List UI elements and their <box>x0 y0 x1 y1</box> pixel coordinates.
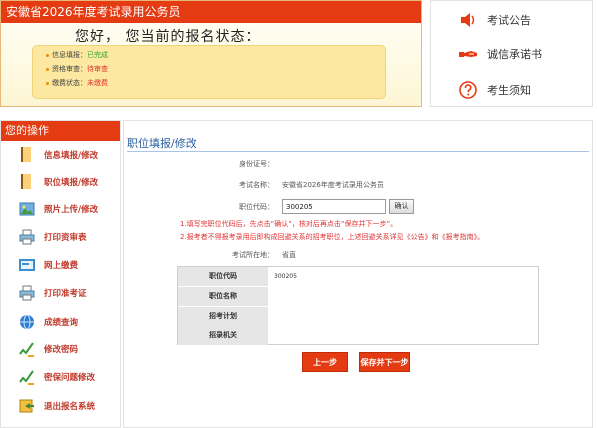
status-panel-body: 您好， 您当前的报名状态： 信息填报：已完成 资格审查：待审查 缴费状态：未缴费 <box>1 23 421 106</box>
pencil-icon <box>19 370 34 385</box>
sidebar-item-label: 照片上传/修改 <box>44 205 99 215</box>
bullet-icon <box>46 81 49 85</box>
status-row-info: 信息填报：已完成 <box>46 50 108 60</box>
sidebar: 您的操作 信息填报/修改 职位填报/修改 照片上传/修改 打印资审表 网上缴费 <box>0 120 121 428</box>
sidebar-item-change-password[interactable]: 修改密码 <box>1 336 120 362</box>
table-row: 职位代码 300205 <box>178 267 538 286</box>
sidebar-item-info-edit[interactable]: 信息填报/修改 <box>1 142 120 168</box>
status-value: 已完成 <box>87 51 108 59</box>
table-header-cell: 招录机关 <box>178 326 268 345</box>
page-title: 职位填报/修改 <box>127 137 197 150</box>
greeting-text: 您好， 您当前的报名状态： <box>75 29 261 45</box>
table-row: 职位名称 <box>178 287 538 306</box>
position-info-table: 职位代码 300205 职位名称 招考计划 招录机关 <box>177 266 539 345</box>
sidebar-item-logout[interactable]: 退出报名系统 <box>1 393 120 419</box>
sidebar-item-print-review[interactable]: 打印资审表 <box>1 224 120 250</box>
sidebar-item-score-query[interactable]: 成绩查询 <box>1 309 120 335</box>
table-row: 招录机关 <box>178 326 538 345</box>
pencil-icon <box>19 342 34 357</box>
link-exam-announcement[interactable]: 考试公告 <box>431 5 592 35</box>
title-divider <box>127 151 589 152</box>
sidebar-item-label: 职位填报/修改 <box>44 178 99 188</box>
status-panel-title: 安徽省2026年度考试录用公务员 <box>1 1 421 23</box>
note-line-2: 2.报考者不得报考录用后即构成回避关系的招考职位，上述回避关系详见《公告》和《报… <box>180 233 485 241</box>
info-links-box: 考试公告 诚信承诺书 考生须知 <box>430 0 593 107</box>
confirm-button[interactable]: 确认 <box>389 199 414 214</box>
prev-step-button[interactable]: 上一步 <box>302 352 348 372</box>
handshake-icon <box>459 51 477 57</box>
status-row-review: 资格审查：待审查 <box>46 64 108 74</box>
exam-location-value: 省直 <box>282 251 296 259</box>
position-code-input[interactable] <box>282 199 386 214</box>
status-box: 信息填报：已完成 资格审查：待审查 缴费状态：未缴费 <box>32 45 386 99</box>
question-icon <box>459 81 477 99</box>
table-row: 招考计划 <box>178 307 538 326</box>
book-icon <box>21 147 31 162</box>
book-icon <box>21 174 31 189</box>
exam-name-value: 安徽省2026年度考试录用公务员 <box>282 181 384 189</box>
link-label: 考试公告 <box>487 14 531 27</box>
sidebar-item-security-question[interactable]: 密保问题修改 <box>1 364 120 390</box>
status-value: 待审查 <box>87 65 108 73</box>
link-label: 考生须知 <box>487 84 531 97</box>
sidebar-item-position-edit[interactable]: 职位填报/修改 <box>1 169 120 195</box>
sidebar-item-print-admission[interactable]: 打印准考证 <box>1 280 120 306</box>
sidebar-item-label: 打印准考证 <box>44 289 87 299</box>
exam-name-label: 考试名称： <box>239 181 274 189</box>
photo-upload-icon <box>19 202 35 216</box>
sidebar-item-label: 修改密码 <box>44 345 79 355</box>
printer-icon <box>19 229 35 245</box>
printer-icon <box>19 285 35 301</box>
sidebar-item-label: 成绩查询 <box>44 318 79 328</box>
bullet-icon <box>46 53 49 57</box>
link-candidate-notice[interactable]: 考生须知 <box>431 75 592 105</box>
sidebar-item-label: 信息填报/修改 <box>44 151 99 161</box>
sidebar-item-label: 网上缴费 <box>44 261 79 271</box>
status-label: 信息填报： <box>52 51 87 59</box>
exam-location-label: 考试所在地： <box>232 251 274 259</box>
sidebar-title: 您的操作 <box>1 121 120 141</box>
payment-icon <box>19 259 35 271</box>
table-header-cell: 招考计划 <box>178 307 268 326</box>
id-number-label: 身份证号： <box>239 160 274 168</box>
main-content: 职位填报/修改 身份证号： 考试名称： 安徽省2026年度考试录用公务员 职位代… <box>123 120 593 428</box>
table-header-cell: 职位名称 <box>178 287 268 306</box>
bullet-icon <box>46 67 49 71</box>
save-next-button[interactable]: 保存并下一步 <box>359 352 410 372</box>
globe-icon <box>20 314 34 330</box>
sidebar-item-label: 退出报名系统 <box>44 402 96 412</box>
sidebar-item-label: 密保问题修改 <box>44 373 96 383</box>
link-integrity-pledge[interactable]: 诚信承诺书 <box>431 39 592 69</box>
status-label: 缴费状态： <box>52 79 87 87</box>
sidebar-item-online-payment[interactable]: 网上缴费 <box>1 252 120 278</box>
exit-icon <box>19 399 34 413</box>
sidebar-item-label: 打印资审表 <box>44 233 87 243</box>
position-code-label: 职位代码： <box>239 203 274 211</box>
table-value-cell: 300205 <box>274 273 297 280</box>
status-panel: 安徽省2026年度考试录用公务员 您好， 您当前的报名状态： 信息填报：已完成 … <box>0 0 422 107</box>
link-label: 诚信承诺书 <box>487 48 542 61</box>
sidebar-item-photo-upload[interactable]: 照片上传/修改 <box>1 196 120 222</box>
note-line-1: 1.填写完职位代码后，先点击“确认”，核对后再点击“保存并下一步”。 <box>180 220 398 228</box>
speaker-icon <box>461 13 475 27</box>
status-row-payment: 缴费状态：未缴费 <box>46 78 108 88</box>
table-header-cell: 职位代码 <box>178 267 268 286</box>
status-value: 未缴费 <box>87 79 108 87</box>
status-label: 资格审查： <box>52 65 87 73</box>
